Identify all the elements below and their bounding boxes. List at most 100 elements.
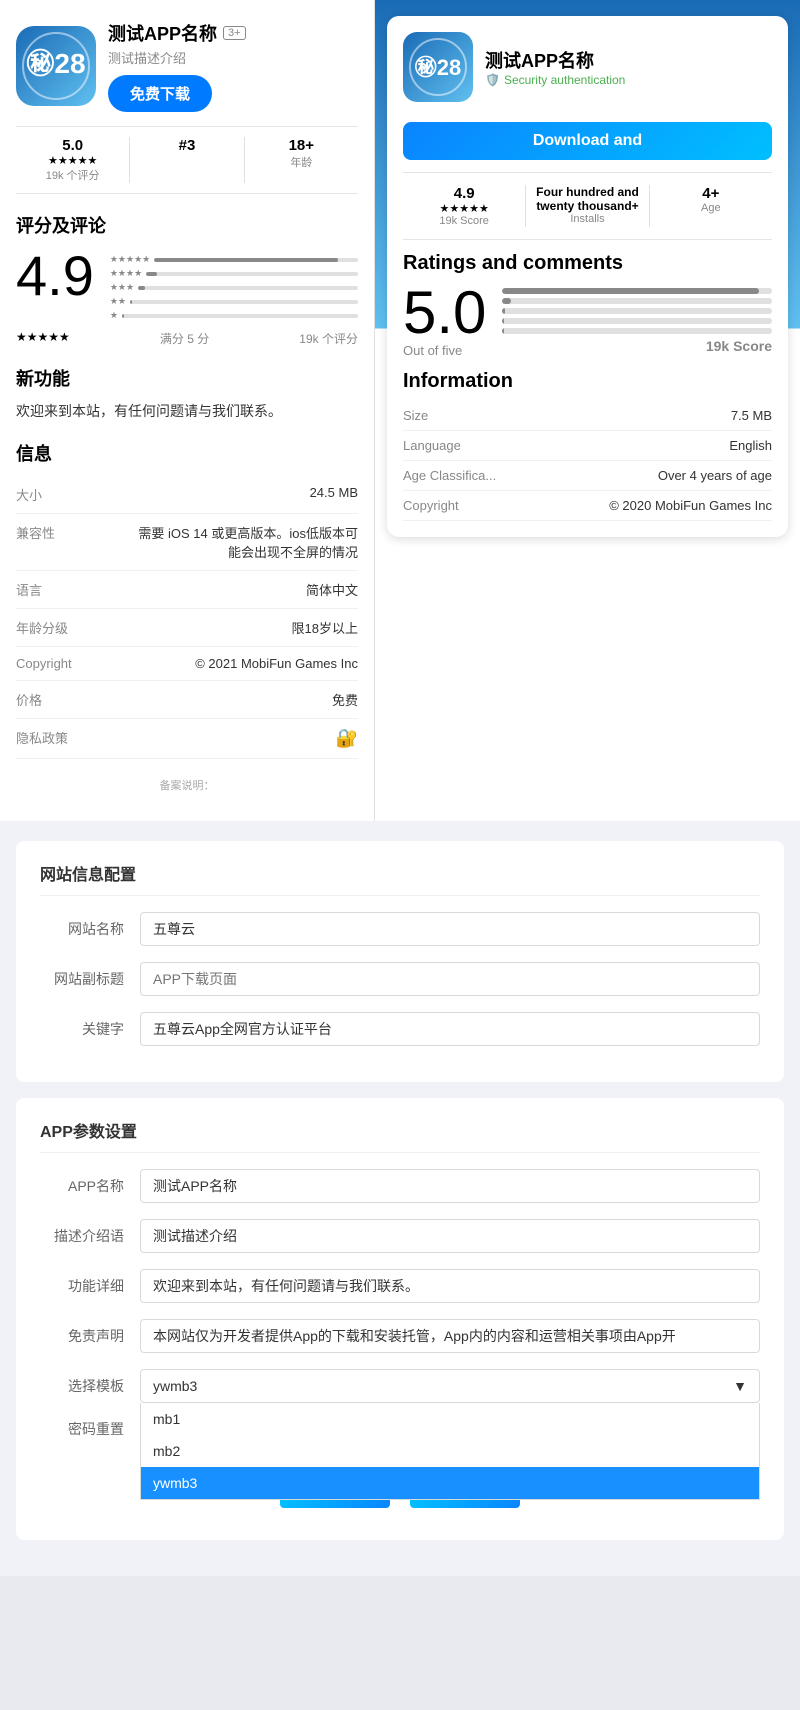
rating-big-left: 4.9 ★★★★★ ★★★★ ★★★ ★★ xyxy=(16,248,358,324)
info-label-lang: 语言 xyxy=(16,580,86,599)
site-name-input[interactable] xyxy=(140,912,760,946)
disclaimer-label: 免责声明 xyxy=(40,1326,140,1346)
app-params-card: APP参数设置 APP名称 描述介绍语 功能详细 免责声明 选择模板 ywmb3… xyxy=(16,1098,784,1540)
stat-rank-value: #3 xyxy=(130,137,243,154)
features-input[interactable] xyxy=(140,1269,760,1303)
ratings-section-left: 评分及评论 4.9 ★★★★★ ★★★★ ★★★ xyxy=(16,212,358,347)
template-select-display[interactable]: ywmb3 ▼ xyxy=(140,1369,760,1403)
right-bar-track-3 xyxy=(502,308,772,314)
right-bar-fill-4 xyxy=(502,298,510,304)
template-option-ywmb3[interactable]: ywmb3 xyxy=(141,1467,759,1499)
disclaimer-row: 免责声明 xyxy=(40,1319,760,1353)
right-stat-installs-value: Four hundred and twenty thousand+ xyxy=(526,185,648,213)
download-btn-left[interactable]: 免费下载 xyxy=(108,75,212,112)
chevron-down-icon: ▼ xyxy=(733,1378,747,1394)
right-info-label-age: Age Classifica... xyxy=(403,468,496,483)
right-bar-fill-5 xyxy=(502,288,758,294)
disclaimer-left: 备案说明： xyxy=(16,769,358,801)
right-stat-age: 4+ Age xyxy=(650,185,772,227)
new-features-title: 新功能 xyxy=(16,365,358,391)
site-subtitle-row: 网站副标题 xyxy=(40,962,760,996)
right-bar-5 xyxy=(502,288,772,294)
info-label-compat: 兼容性 xyxy=(16,523,86,542)
template-label: 选择模板 xyxy=(40,1376,140,1396)
info-label-privacy: 隐私政策 xyxy=(16,728,86,747)
bar-row-1: ★ xyxy=(110,310,358,321)
right-info-row-lang: Language English xyxy=(403,431,772,461)
rating-number-left: 4.9 xyxy=(16,248,94,304)
app-icon-right: ㊙28 xyxy=(403,32,473,102)
right-app-header: ㊙28 测试APP名称 🛡️ Security authentication xyxy=(403,32,772,102)
rating-bars-left: ★★★★★ ★★★★ ★★★ ★★ xyxy=(110,254,358,324)
right-app-name: 测试APP名称 xyxy=(485,47,772,73)
site-info-title: 网站信息配置 xyxy=(40,861,760,896)
right-rating-block: 5.0 Out of five xyxy=(403,283,486,358)
app-header-info-left: 测试APP名称 3+ 测试描述介绍 免费下载 xyxy=(108,20,358,112)
features-label: 功能详细 xyxy=(40,1276,140,1296)
template-option-mb1[interactable]: mb1 xyxy=(141,1403,759,1435)
keywords-input[interactable] xyxy=(140,1012,760,1046)
age-badge-left: 3+ xyxy=(223,26,246,40)
right-bar-track-2 xyxy=(502,318,772,324)
keywords-row: 关键字 xyxy=(40,1012,760,1046)
right-info-value-copyright: © 2020 MobiFun Games Inc xyxy=(609,498,772,513)
desc-input[interactable] xyxy=(140,1219,760,1253)
rating-count: 19k 个评分 xyxy=(299,330,358,347)
template-option-mb2[interactable]: mb2 xyxy=(141,1435,759,1467)
features-row: 功能详细 xyxy=(40,1269,760,1303)
right-rating-area: 5.0 Out of five xyxy=(403,283,772,358)
right-bar-fill-3 xyxy=(502,308,505,314)
app-name-label: APP名称 xyxy=(40,1176,140,1196)
info-section-left: 信息 大小 24.5 MB 兼容性 需要 iOS 14 或更高版本。ios低版本… xyxy=(16,440,358,759)
info-row-price: 价格 免费 xyxy=(16,681,358,719)
ratings-title-right: Ratings and comments xyxy=(403,252,772,275)
site-info-card: 网站信息配置 网站名称 网站副标题 关键字 xyxy=(16,841,784,1082)
bar-track-2 xyxy=(130,300,358,304)
right-bar-track-5 xyxy=(502,288,772,294)
template-dropdown: mb1 mb2 ywmb3 xyxy=(140,1403,760,1500)
config-section: 网站信息配置 网站名称 网站副标题 关键字 APP参数设置 APP名称 描述介绍… xyxy=(0,821,800,1576)
bar-row-2: ★★ xyxy=(110,296,358,307)
stat-rank: #3 xyxy=(130,137,243,183)
right-stat-rating-sub: 19k Score xyxy=(403,215,525,227)
ratings-title-left: 评分及评论 xyxy=(16,212,358,238)
info-value-age: 限18岁以上 xyxy=(292,618,358,637)
right-bar-3 xyxy=(502,308,772,314)
site-subtitle-input[interactable] xyxy=(140,962,760,996)
bar-row-3: ★★★ xyxy=(110,282,358,293)
info-title-left: 信息 xyxy=(16,440,358,466)
right-stat-age-label: Age xyxy=(650,202,772,214)
download-btn-right[interactable]: Download and xyxy=(403,122,772,160)
stat-rating-label: 19k 个评分 xyxy=(16,167,129,183)
app-name-left: 测试APP名称 3+ xyxy=(108,20,358,46)
template-current-value: ywmb3 xyxy=(153,1378,197,1394)
right-bar-track-1 xyxy=(502,328,772,334)
right-inner-card: ㊙28 测试APP名称 🛡️ Security authentication D… xyxy=(387,16,788,537)
site-name-row: 网站名称 xyxy=(40,912,760,946)
info-value-compat: 需要 iOS 14 或更高版本。ios低版本可能会出现不全屏的情况 xyxy=(138,523,358,561)
stat-age-value: 18+ xyxy=(245,137,358,154)
reset-label: 密码重置 xyxy=(40,1419,140,1439)
right-stat-installs: Four hundred and twenty thousand+ Instal… xyxy=(526,185,648,227)
right-info-row-age: Age Classifica... Over 4 years of age xyxy=(403,461,772,491)
app-header-left: ㊙28 测试APP名称 3+ 测试描述介绍 免费下载 xyxy=(16,20,358,112)
info-value-lang: 简体中文 xyxy=(306,580,358,599)
rating-out-of: 满分 5 分 xyxy=(160,330,209,347)
rating-footer-left: ★★★★★ 满分 5 分 19k 个评分 xyxy=(16,330,358,347)
app-name-input[interactable] xyxy=(140,1169,760,1203)
shield-icon: 🛡️ xyxy=(485,73,500,87)
right-rating-big: 5.0 xyxy=(403,283,486,343)
info-row-age: 年龄分级 限18岁以上 xyxy=(16,609,358,647)
right-bar-1 xyxy=(502,328,772,334)
svg-text:㊙28: ㊙28 xyxy=(415,55,461,80)
desc-row: 描述介绍语 xyxy=(40,1219,760,1253)
bar-track-5 xyxy=(154,258,358,262)
rating-stars-display: ★★★★★ xyxy=(16,330,70,347)
stat-rating: 5.0 ★★★★★ 19k 个评分 xyxy=(16,137,129,183)
info-value-privacy: 🔐 xyxy=(336,728,358,749)
template-select-wrapper[interactable]: ywmb3 ▼ mb1 mb2 ywmb3 xyxy=(140,1369,760,1403)
bar-fill-4 xyxy=(146,272,157,276)
app-subtitle-left: 测试描述介绍 xyxy=(108,48,358,67)
disclaimer-input[interactable] xyxy=(140,1319,760,1353)
app-params-title: APP参数设置 xyxy=(40,1118,760,1153)
